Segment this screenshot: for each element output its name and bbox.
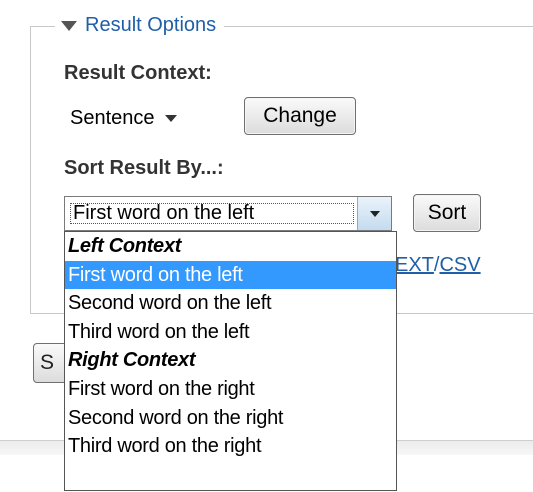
result-context-value: Sentence bbox=[70, 106, 155, 129]
sort-options-dropdown[interactable]: Left Context First word on the left Seco… bbox=[64, 231, 397, 491]
option-third-word-left[interactable]: Third word on the left bbox=[65, 318, 396, 347]
option-third-word-right[interactable]: Third word on the right bbox=[65, 432, 396, 461]
option-second-word-right[interactable]: Second word on the right bbox=[65, 404, 396, 433]
sort-result-value: First word on the left bbox=[67, 200, 357, 227]
chevron-down-icon bbox=[164, 114, 177, 122]
option-second-word-left[interactable]: Second word on the left bbox=[65, 289, 396, 318]
collapse-triangle-icon[interactable] bbox=[61, 21, 77, 31]
option-first-word-right[interactable]: First word on the right bbox=[65, 375, 396, 404]
result-context-label: Result Context: bbox=[64, 62, 212, 84]
result-context-select[interactable]: Sentence bbox=[64, 101, 234, 135]
sort-button[interactable]: Sort bbox=[413, 194, 481, 232]
change-button[interactable]: Change bbox=[244, 97, 356, 135]
sort-result-select[interactable]: First word on the left bbox=[64, 196, 392, 231]
optgroup-right-context: Right Context bbox=[68, 349, 196, 372]
export-text-link[interactable]: EXT bbox=[395, 254, 434, 276]
option-first-word-left[interactable]: First word on the left bbox=[65, 260, 396, 290]
chevron-down-icon bbox=[369, 210, 380, 217]
result-options-title: Result Options bbox=[85, 13, 217, 36]
optgroup-left-context: Left Context bbox=[68, 235, 182, 257]
sort-result-label: Sort Result By...: bbox=[64, 157, 224, 179]
export-csv-link[interactable]: CSV bbox=[439, 254, 480, 276]
sort-dropdown-arrow[interactable] bbox=[357, 197, 391, 230]
result-options-legend[interactable]: Result Options bbox=[55, 10, 225, 40]
export-links: EXT/CSV bbox=[395, 254, 481, 277]
